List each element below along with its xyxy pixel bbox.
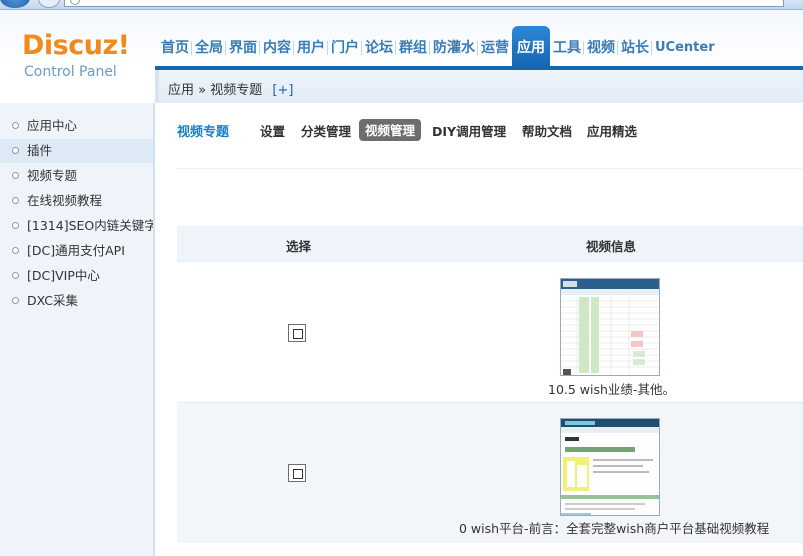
breadcrumb: 应用 » 视频专题 [+] [168, 79, 293, 98]
nav-apps[interactable]: 应用 [512, 26, 550, 66]
bullet-icon [12, 272, 19, 279]
divider [177, 168, 803, 169]
bullet-icon [12, 122, 19, 129]
row-select-checkbox[interactable] [288, 324, 306, 342]
bullet-icon [12, 147, 19, 154]
column-header-select: 选择 [286, 239, 312, 254]
breadcrumb-current: 视频专题 [210, 83, 263, 98]
nav-interface[interactable]: 界面 [226, 26, 260, 66]
nav-global[interactable]: 全局 [192, 26, 226, 66]
table-header [177, 226, 803, 262]
sidebar-item-seo-keywords[interactable]: [1314]SEO内链关键字 [0, 214, 153, 238]
plugin-title[interactable]: 视频专题 [177, 121, 229, 140]
nav-video[interactable]: 视频 [584, 26, 618, 66]
nav-antispam[interactable]: 防灌水 [430, 26, 478, 66]
sidebar-item-dxc-collect[interactable]: DXC采集 [0, 289, 153, 313]
logo-subtitle: Control Panel [24, 64, 117, 80]
sidebar: 应用中心 插件 视频专题 在线视频教程 [1314]SEO内链关键字 [DC]通… [0, 103, 155, 556]
video-title[interactable]: 10.5 wish业绩-其他。 [548, 379, 675, 398]
sidebar-item-online-tutorial[interactable]: 在线视频教程 [0, 189, 153, 213]
add-shortcut-button[interactable]: [+] [272, 83, 293, 98]
browser-toolbar [0, 0, 803, 10]
nav-users[interactable]: 用户 [294, 26, 328, 66]
sidebar-item-plugins[interactable]: 插件 [0, 139, 153, 163]
bullet-icon [12, 222, 19, 229]
nav-operation[interactable]: 运营 [478, 26, 512, 66]
breadcrumb-parent[interactable]: 应用 [168, 83, 194, 98]
video-thumbnail[interactable] [560, 418, 660, 516]
nav-content[interactable]: 内容 [260, 26, 294, 66]
video-title[interactable]: 0 wish平台-前言：全套完整wish商户平台基础视频教程 [459, 518, 769, 537]
nav-group[interactable]: 群组 [396, 26, 430, 66]
sidebar-item-app-center[interactable]: 应用中心 [0, 114, 153, 138]
bullet-icon [12, 172, 19, 179]
browser-back-icon[interactable] [0, 0, 30, 8]
tab-app-picks[interactable]: 应用精选 [587, 121, 637, 140]
nav-portal[interactable]: 门户 [328, 26, 362, 66]
bullet-icon [12, 297, 19, 304]
tab-settings[interactable]: 设置 [260, 121, 285, 140]
webpage-thumbnail-icon [561, 419, 659, 515]
tab-help-docs[interactable]: 帮助文档 [522, 121, 572, 140]
logo-text: Discuz! [22, 30, 130, 61]
nav-tools[interactable]: 工具 [550, 26, 584, 66]
row-select-checkbox[interactable] [288, 464, 306, 482]
browser-forward-icon[interactable] [38, 0, 60, 8]
spreadsheet-thumbnail-icon [561, 279, 659, 375]
column-header-video-info: 视频信息 [586, 239, 637, 254]
bullet-icon [12, 247, 19, 254]
browser-address-bar[interactable] [64, 0, 784, 7]
nav-home[interactable]: 首页 [158, 26, 192, 66]
nav-forum[interactable]: 论坛 [362, 26, 396, 66]
top-nav: 首页 全局 界面 内容 用户 门户 论坛 群组 防灌水 运营 应用 工具 视频 … [158, 26, 718, 66]
sidebar-item-video-topic[interactable]: 视频专题 [0, 164, 153, 188]
sidebar-item-payment-api[interactable]: [DC]通用支付API [0, 239, 153, 263]
tab-video-manage[interactable]: 视频管理 [359, 119, 422, 141]
bullet-icon [12, 197, 19, 204]
tab-diy-manage[interactable]: DIY调用管理 [432, 121, 506, 140]
nav-ucenter[interactable]: UCenter [652, 26, 718, 66]
sidebar-item-vip-center[interactable]: [DC]VIP中心 [0, 264, 153, 288]
logo[interactable]: Discuz! Control Panel [0, 10, 155, 100]
video-thumbnail[interactable] [560, 278, 660, 376]
table-row [177, 263, 803, 402]
breadcrumb-separator: » [198, 83, 207, 98]
nav-webmaster[interactable]: 站长 [618, 26, 652, 66]
tab-category-manage[interactable]: 分类管理 [301, 121, 351, 140]
